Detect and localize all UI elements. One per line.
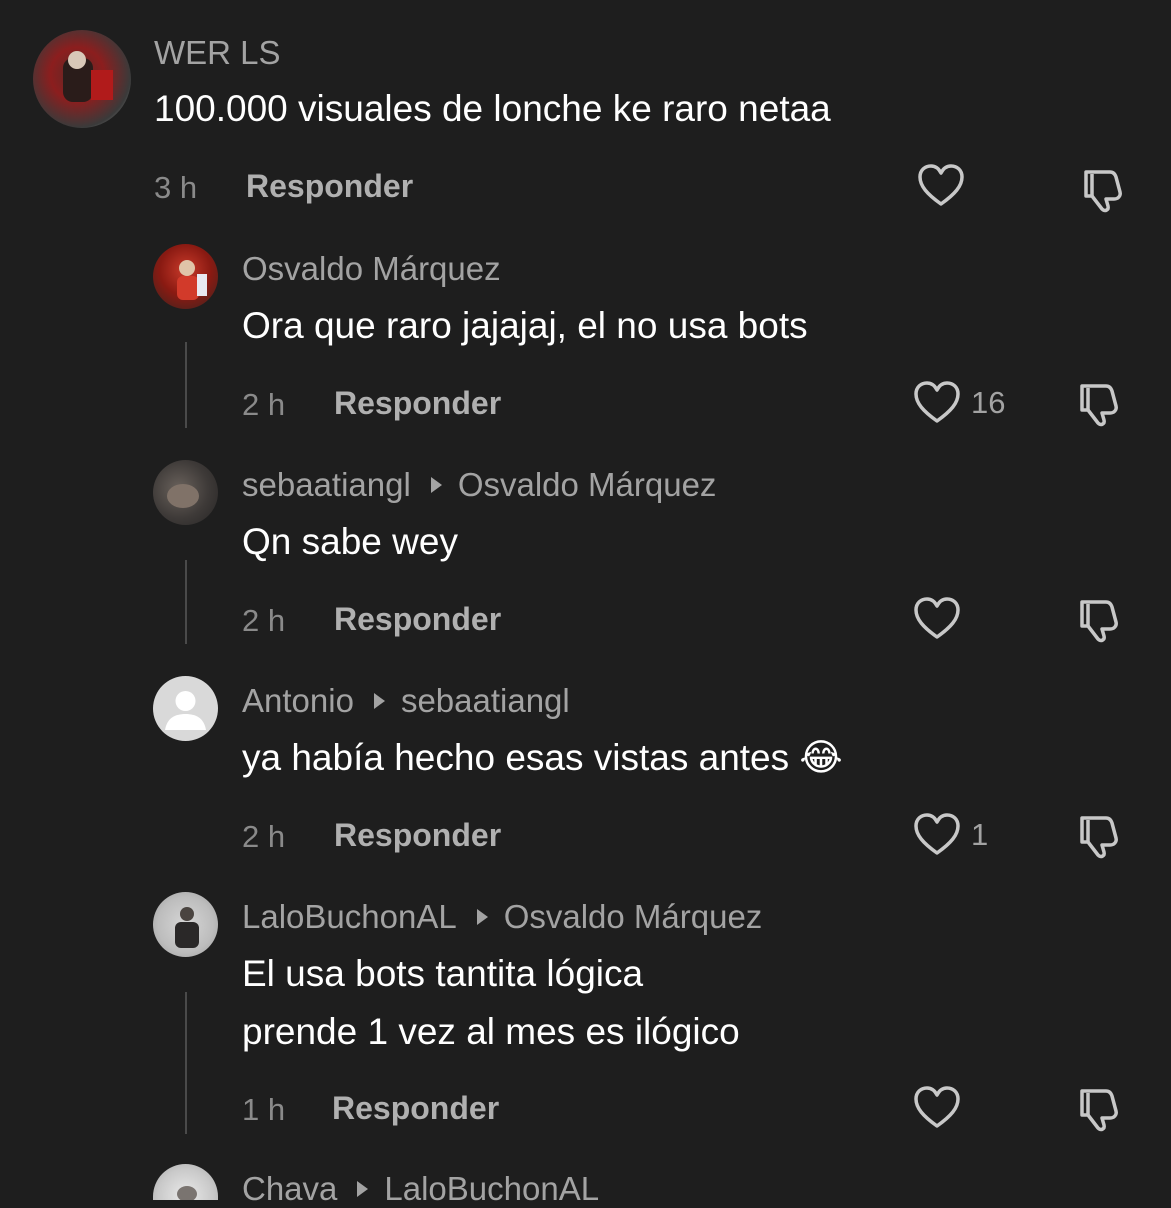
reply-button[interactable]: Responder [334, 601, 501, 638]
thread-line [185, 560, 187, 644]
thumbs-down-icon [1080, 600, 1118, 643]
comment-username[interactable]: WER LS [154, 34, 281, 72]
reply-button[interactable]: Responder [332, 1090, 499, 1127]
heart-icon [914, 1086, 960, 1128]
avatar-photo-icon [167, 484, 199, 508]
avatar-photo-icon [63, 51, 113, 102]
comment-text-line: Qn sabe wey [242, 521, 458, 562]
comment-username[interactable]: LaloBuchonAL Osvaldo Márquez [242, 898, 762, 936]
reply-button[interactable]: Responder [246, 168, 413, 205]
default-avatar-icon [165, 691, 206, 730]
avatar[interactable] [153, 892, 218, 957]
heart-icon [914, 381, 960, 423]
avatar[interactable] [153, 676, 218, 741]
comment-text: El usa bots tantita lógica prende 1 vez … [242, 945, 740, 1061]
comment-text-line: ya había hecho esas vistas antes 😂 [242, 737, 843, 778]
thread-line [185, 342, 187, 428]
reply-button[interactable]: Responder [334, 817, 501, 854]
comment-text: Ora que raro jajajaj, el no usa bots [242, 297, 808, 355]
username-link[interactable]: Antonio [242, 682, 354, 720]
comment-username[interactable]: sebaatiangl Osvaldo Márquez [242, 466, 716, 504]
comment-text: 100.000 visuales de lonche ke raro netaa [154, 80, 831, 138]
dislike-button[interactable] [1076, 380, 1124, 433]
reply-arrow-icon [430, 477, 442, 493]
comment-time: 2 h [242, 819, 286, 854]
reply-to-username[interactable]: Osvaldo Márquez [504, 898, 763, 936]
comment-text-line: El usa bots tantita lógica [242, 953, 644, 994]
reply-to-username[interactable]: Osvaldo Márquez [458, 466, 717, 504]
comment-text: ya había hecho esas vistas antes 😂 [242, 729, 843, 787]
avatar[interactable] [33, 30, 131, 128]
comment-time: 3 h [154, 170, 198, 205]
comment-text-line: 100.000 visuales de lonche ke raro netaa [154, 88, 831, 129]
dislike-button[interactable] [1076, 596, 1124, 649]
username-link[interactable]: WER LS [154, 34, 281, 72]
like-count: 16 [971, 385, 1006, 420]
avatar[interactable] [153, 244, 218, 309]
reply-arrow-icon [357, 1181, 369, 1197]
username-link[interactable]: Osvaldo Márquez [242, 250, 501, 288]
comment-time: 2 h [242, 603, 286, 638]
like-button[interactable]: 1 [913, 813, 988, 857]
username-link[interactable]: Chava [242, 1170, 337, 1208]
like-button[interactable] [913, 597, 961, 641]
avatar[interactable] [153, 460, 218, 525]
like-count: 1 [971, 817, 989, 852]
comment-text-line: Ora que raro jajajaj, el no usa bots [242, 305, 808, 346]
comment-time: 2 h [242, 387, 286, 422]
comment-time: 1 h [242, 1092, 286, 1127]
reply-button[interactable]: Responder [334, 385, 501, 422]
thumbs-down-icon [1080, 384, 1118, 427]
like-button[interactable]: 16 [913, 381, 1005, 425]
username-link[interactable]: sebaatiangl [242, 466, 411, 504]
username-link[interactable]: LaloBuchonAL [242, 898, 457, 936]
comment: WER LS 100.000 visuales de lonche ke rar… [0, 0, 1171, 240]
comment-text: Qn sabe wey [242, 513, 458, 571]
avatar-photo-icon [177, 1186, 197, 1200]
heart-icon [914, 597, 960, 639]
comment-text-line: prende 1 vez al mes es ilógico [242, 1011, 740, 1052]
thread-line [185, 992, 187, 1134]
thumbs-down-icon [1084, 170, 1122, 213]
comment-username[interactable]: Osvaldo Márquez [242, 250, 501, 288]
reply-to-username[interactable]: LaloBuchonAL [384, 1170, 599, 1208]
comment-username[interactable]: Antonio sebaatiangl [242, 682, 570, 720]
thumbs-down-icon [1080, 816, 1118, 859]
reply-arrow-icon [476, 909, 488, 925]
reply-to-username[interactable]: sebaatiangl [401, 682, 570, 720]
like-button[interactable] [913, 1086, 961, 1130]
heart-icon [914, 813, 960, 855]
dislike-button[interactable] [1076, 812, 1124, 865]
reply-arrow-icon [373, 693, 385, 709]
avatar-photo-icon [175, 907, 199, 948]
thumbs-down-icon [1080, 1089, 1118, 1132]
heart-icon [918, 164, 964, 206]
comment-username[interactable]: Chava LaloBuchonAL [242, 1170, 599, 1208]
avatar[interactable] [153, 1164, 218, 1200]
like-button[interactable] [917, 164, 965, 208]
avatar-photo-icon [177, 260, 207, 300]
dislike-button[interactable] [1080, 166, 1128, 219]
dislike-button[interactable] [1076, 1085, 1124, 1138]
